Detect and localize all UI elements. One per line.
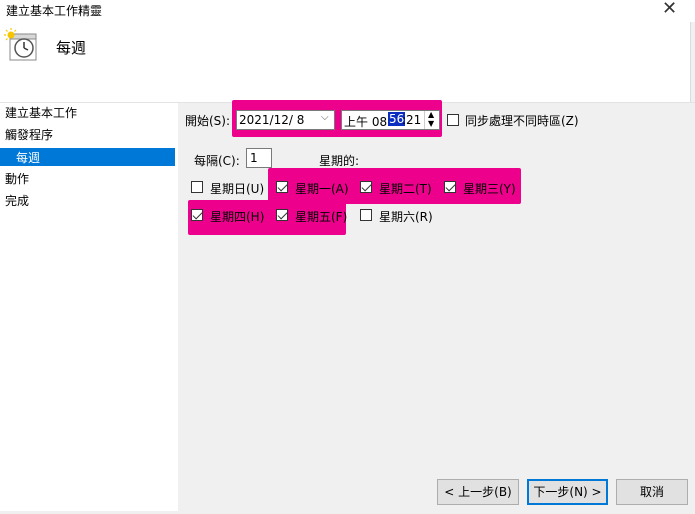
checkbox-wednesday[interactable] [444, 181, 456, 193]
checkbox-sunday[interactable] [191, 181, 203, 193]
nav-item-weekly[interactable]: 每週 [0, 148, 175, 166]
checkbox-friday[interactable] [276, 209, 288, 221]
recur-weeks-value: 1 [250, 151, 258, 165]
chevron-down-icon[interactable]: ⌵ [321, 112, 329, 123]
spin-down-icon[interactable]: ▼ [428, 119, 434, 128]
checkbox-monday[interactable] [276, 181, 288, 193]
start-label: 開始(S): [185, 114, 231, 128]
label-wednesday: 星期三(Y) [463, 182, 516, 196]
close-icon[interactable]: ✕ [662, 0, 677, 19]
header-scrollbar[interactable] [690, 22, 695, 102]
checkbox-thursday[interactable] [191, 209, 203, 221]
start-time-prefix: 上午 08: [344, 115, 392, 129]
nav-item-action[interactable]: 動作 [5, 170, 29, 187]
weeks-on-label: 星期的: [319, 154, 360, 168]
calendar-clock-icon [4, 28, 38, 62]
cancel-button[interactable]: 取消 [616, 479, 688, 505]
recur-weeks-input[interactable]: 1 [246, 148, 272, 168]
label-monday: 星期一(A) [295, 182, 349, 196]
start-time-picker[interactable]: 上午 08: 56 :21 ▲ ▼ [341, 110, 440, 130]
label-tuesday: 星期二(T) [379, 182, 432, 196]
label-friday: 星期五(F) [295, 210, 348, 224]
page-title: 每週 [56, 39, 87, 57]
label-saturday: 星期六(R) [379, 210, 433, 224]
nav-item-trigger[interactable]: 觸發程序 [5, 126, 53, 143]
recur-label: 每隔(C): [194, 154, 240, 168]
start-date-picker[interactable]: 2021/12/ 8 ⌵ [236, 110, 335, 130]
spin-up-icon[interactable]: ▲ [428, 110, 434, 119]
start-date-value: 2021/12/ 8 [239, 113, 305, 127]
sync-timezone-checkbox[interactable] [447, 114, 459, 126]
start-time-suffix: :21 [402, 113, 422, 127]
label-sunday: 星期日(U) [210, 182, 265, 196]
title-bar: 建立基本工作精靈 ✕ [0, 0, 695, 22]
nav-item-weekly-label: 每週 [16, 151, 41, 165]
label-thursday: 星期四(H) [210, 210, 265, 224]
checkbox-tuesday[interactable] [360, 181, 372, 193]
nav-item-create-basic-task[interactable]: 建立基本工作 [5, 104, 77, 121]
sync-timezone-label: 同步處理不同時區(Z) [465, 114, 579, 128]
window-title: 建立基本工作精靈 [6, 4, 103, 18]
nav-item-finish[interactable]: 完成 [5, 192, 29, 209]
back-button[interactable]: < 上一步(B) [437, 479, 519, 505]
next-button[interactable]: 下一步(N) > [527, 479, 608, 505]
time-spinner[interactable]: ▲ ▼ [424, 110, 439, 129]
checkbox-saturday[interactable] [360, 209, 372, 221]
wizard-header: 每週 [0, 22, 695, 102]
